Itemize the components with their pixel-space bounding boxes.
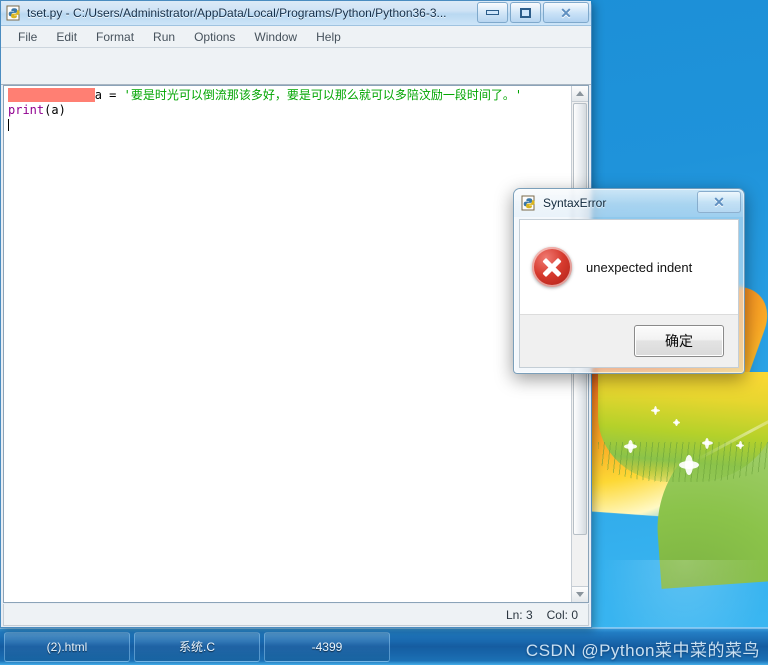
code-token-call: (a) xyxy=(44,103,66,117)
minimize-button[interactable] xyxy=(477,2,508,23)
window-title: tset.py - C:/Users/Administrator/AppData… xyxy=(27,6,447,20)
window-title-bar[interactable]: tset.py - C:/Users/Administrator/AppData… xyxy=(1,1,591,26)
indent-error-highlight xyxy=(8,88,95,102)
dialog-close-button[interactable]: ✕ xyxy=(697,191,741,213)
code-token-operator: = xyxy=(101,88,124,102)
error-cross-icon xyxy=(532,247,572,287)
menu-item-edit[interactable]: Edit xyxy=(47,28,86,46)
python-idle-icon xyxy=(521,195,537,211)
text-caret xyxy=(8,119,9,131)
scroll-down-button[interactable] xyxy=(572,586,588,602)
menu-item-options[interactable]: Options xyxy=(185,28,244,46)
taskbar-item[interactable]: 系统.C xyxy=(134,631,260,662)
status-line-indicator: Ln: 3 xyxy=(505,607,533,622)
minimize-icon xyxy=(486,10,499,15)
window-controls: ✕ xyxy=(477,2,589,23)
editor-area[interactable]: a = '要是时光可以倒流那该多好，要是可以那么就可以多陪汶励一段时间了。' p… xyxy=(3,85,589,603)
code-token-string: '要是时光可以倒流那该多好，要是可以那么就可以多陪汶励一段时间了。' xyxy=(123,88,523,102)
taskbar-item[interactable]: (2).html xyxy=(4,631,130,662)
syntax-error-dialog[interactable]: SyntaxError ✕ unexpected indent 确定 xyxy=(513,188,745,374)
menu-item-help[interactable]: Help xyxy=(307,28,350,46)
scroll-up-icon xyxy=(576,91,584,96)
idle-editor-window[interactable]: tset.py - C:/Users/Administrator/AppData… xyxy=(0,0,592,628)
dialog-title-bar[interactable]: SyntaxError ✕ xyxy=(514,189,744,217)
code-token-variable: a xyxy=(94,88,102,102)
menu-item-window[interactable]: Window xyxy=(245,28,306,46)
dialog-footer: 确定 xyxy=(520,314,738,367)
close-icon: ✕ xyxy=(713,194,725,210)
python-idle-icon xyxy=(6,5,22,21)
ok-button[interactable]: 确定 xyxy=(634,325,724,357)
status-bar: Ln: 3 Col: 0 xyxy=(3,604,589,626)
dialog-title: SyntaxError xyxy=(543,196,607,210)
menu-item-format[interactable]: Format xyxy=(87,28,143,46)
status-column-indicator: Col: 0 xyxy=(546,607,578,622)
scroll-down-icon xyxy=(576,592,584,597)
taskbar-item-label: 系统.C xyxy=(178,640,215,654)
dialog-message-row: unexpected indent xyxy=(520,220,738,314)
dialog-message: unexpected indent xyxy=(586,259,693,275)
toolbar-strip xyxy=(1,48,591,85)
code-token-builtin: print xyxy=(8,103,45,117)
close-icon: ✕ xyxy=(560,4,572,21)
taskbar-item-label: (2).html xyxy=(46,639,88,654)
maximize-icon xyxy=(520,7,531,18)
wallpaper-grass xyxy=(598,372,768,482)
taskbar-item-label: -4399 xyxy=(311,639,343,654)
scroll-up-button[interactable] xyxy=(572,86,588,102)
maximize-button[interactable] xyxy=(510,2,541,23)
menu-item-run[interactable]: Run xyxy=(144,28,184,46)
close-button[interactable]: ✕ xyxy=(543,2,589,23)
watermark: CSDN @Python菜中菜的菜鸟 xyxy=(525,641,760,660)
menu-item-file[interactable]: File xyxy=(9,28,46,46)
taskbar-item[interactable]: -4399 xyxy=(264,631,390,662)
code-text[interactable]: a = '要是时光可以倒流那该多好，要是可以那么就可以多陪汶励一段时间了。' p… xyxy=(4,86,571,602)
dialog-body: unexpected indent 确定 xyxy=(519,219,739,368)
menu-bar: File Edit Format Run Options Window Help xyxy=(1,26,591,48)
